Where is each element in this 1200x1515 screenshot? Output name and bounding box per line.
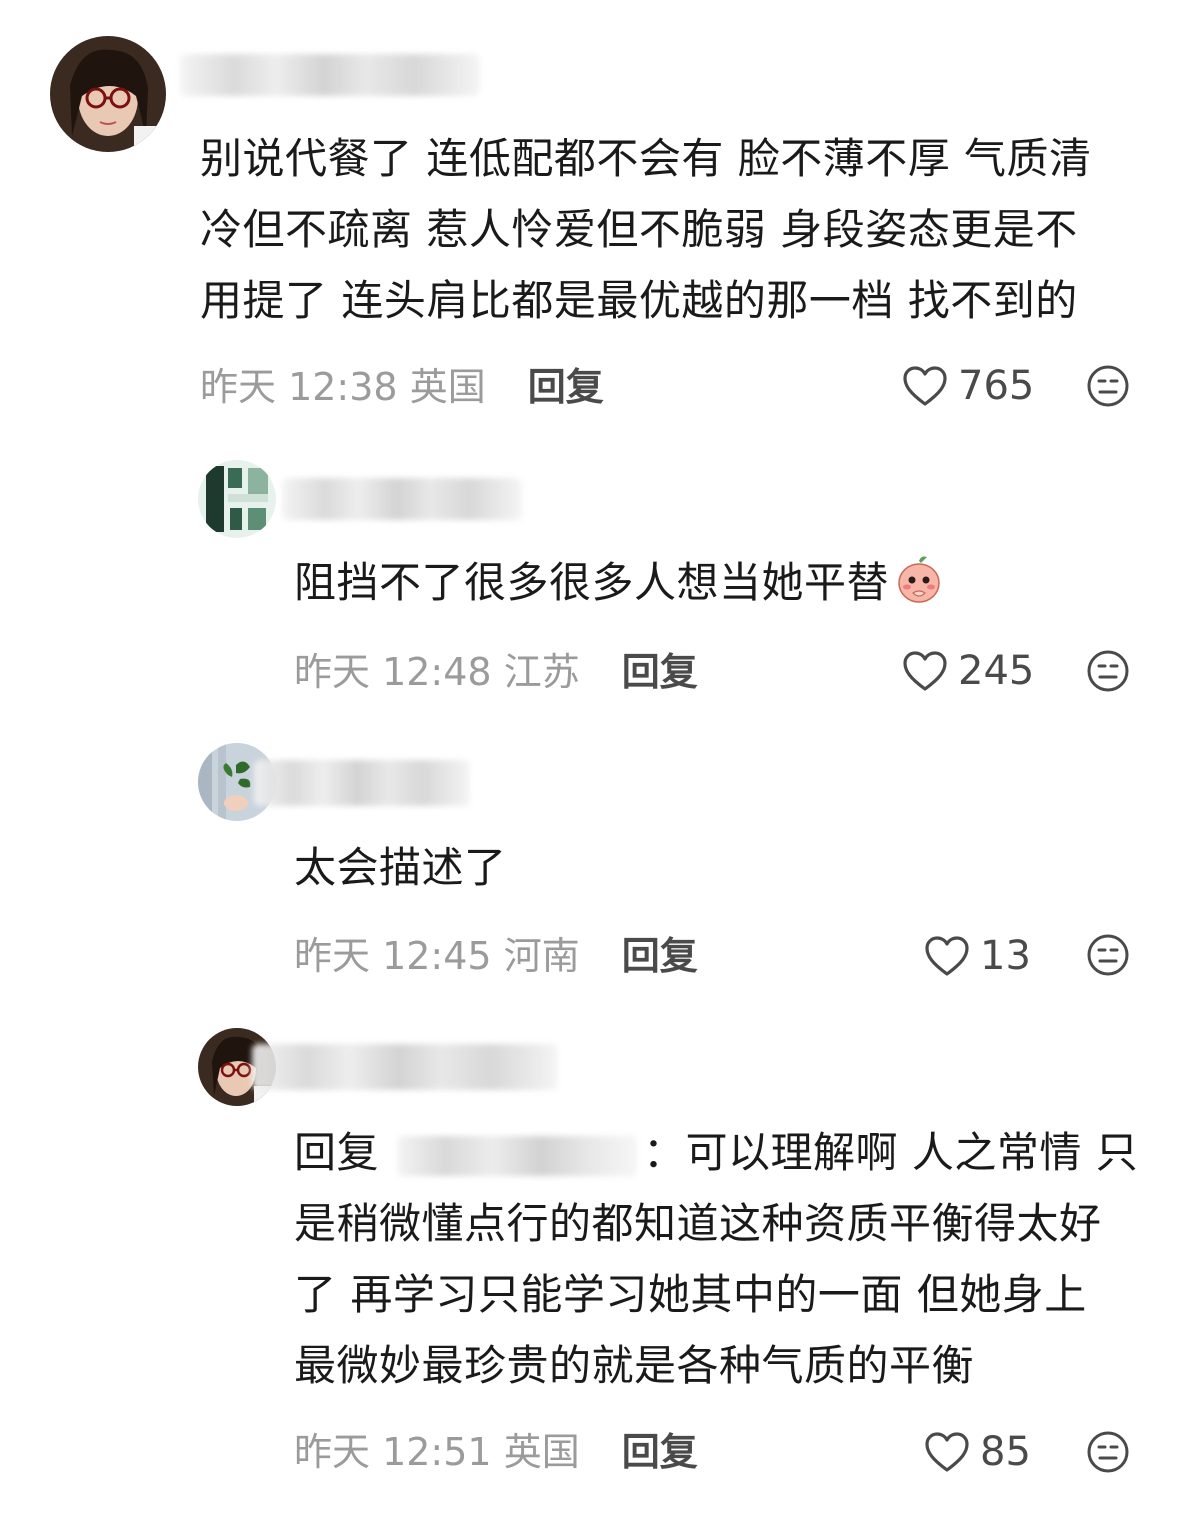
avatar-girl-glasses-icon	[50, 36, 166, 152]
heart-icon	[902, 365, 948, 407]
dislike-button[interactable]	[1086, 1430, 1130, 1474]
username-blurred[interactable]	[282, 478, 522, 520]
comment-time: 昨天 12:48	[294, 650, 492, 694]
heart-icon	[924, 935, 970, 977]
dislike-button[interactable]	[1086, 649, 1130, 693]
comment-meta: 昨天 12:38 英国 回复	[200, 365, 604, 409]
reply-button[interactable]: 回复	[622, 934, 698, 978]
comment-text-line: 别说代餐了 连低配都不会有 脸不薄不厚 气质清	[200, 134, 1092, 183]
like-button[interactable]: 765	[902, 362, 1034, 410]
comment-location: 英国	[503, 1430, 580, 1474]
like-count: 245	[958, 648, 1035, 694]
neutral-face-icon	[1087, 934, 1129, 976]
comment-text-line: 回复 ：可以理解啊 人之常情 只	[294, 1117, 1138, 1188]
comment-time: 昨天 12:38	[200, 365, 398, 409]
comment-location: 江苏	[503, 650, 580, 694]
like-count: 765	[958, 363, 1035, 409]
like-button[interactable]: 85	[924, 1428, 1031, 1476]
dislike-button[interactable]	[1086, 933, 1130, 977]
reply-prefix: 回复	[294, 1128, 380, 1177]
replied-username-blurred[interactable]	[397, 1135, 638, 1176]
neutral-face-icon	[1087, 650, 1129, 692]
heart-icon	[924, 1431, 970, 1473]
neutral-face-icon	[1087, 365, 1129, 407]
user-avatar[interactable]	[50, 36, 166, 152]
comment-text-line: 是稍微懂点行的都知道这种资质平衡得太好	[294, 1199, 1102, 1248]
reply-button[interactable]: 回复	[528, 365, 604, 409]
comment-text-line: 用提了 连头肩比都是最优越的那一档 找不到的	[200, 276, 1078, 325]
comment-text: 太会描述了	[294, 843, 507, 892]
comment-text-line: 最微妙最珍贵的就是各种气质的平衡	[294, 1341, 975, 1390]
comment-location: 河南	[503, 934, 580, 978]
comment-text-content: 阻挡不了很多很多人想当她平替	[294, 558, 890, 607]
like-button[interactable]: 13	[924, 932, 1031, 980]
reply-button[interactable]: 回复	[622, 1430, 698, 1474]
heart-icon	[902, 650, 948, 692]
comment-text-content: 可以理解啊 人之常情 只	[685, 1128, 1139, 1177]
comment-time: 昨天 12:51	[294, 1430, 492, 1474]
username-blurred[interactable]	[254, 760, 470, 806]
user-avatar[interactable]	[198, 460, 276, 538]
dislike-button[interactable]	[1086, 364, 1130, 408]
like-count: 85	[980, 1429, 1031, 1475]
comment-text: 阻挡不了很多很多人想当她平替	[294, 547, 945, 618]
comment-text-line: 了 再学习只能学习她其中的一面 但她身上	[294, 1270, 1087, 1319]
like-count: 13	[980, 933, 1031, 979]
reply-colon: ：	[643, 1128, 686, 1177]
comment-meta: 昨天 12:45 河南 回复	[294, 934, 698, 978]
comment-text-line: 冷但不疏离 惹人怜爱但不脆弱 身段姿态更是不	[200, 205, 1078, 254]
username-blurred[interactable]	[252, 1044, 558, 1090]
avatar-book-cover-icon	[198, 460, 276, 538]
like-button[interactable]: 245	[902, 647, 1034, 695]
neutral-face-icon	[1087, 1431, 1129, 1473]
peach-shy-emoji-icon	[893, 553, 945, 605]
comment-meta: 昨天 12:48 江苏 回复	[294, 650, 698, 694]
comment-location: 英国	[409, 365, 486, 409]
username-blurred[interactable]	[180, 54, 480, 96]
comment-time: 昨天 12:45	[294, 934, 492, 978]
comment-meta: 昨天 12:51 英国 回复	[294, 1430, 698, 1474]
reply-button[interactable]: 回复	[622, 650, 698, 694]
